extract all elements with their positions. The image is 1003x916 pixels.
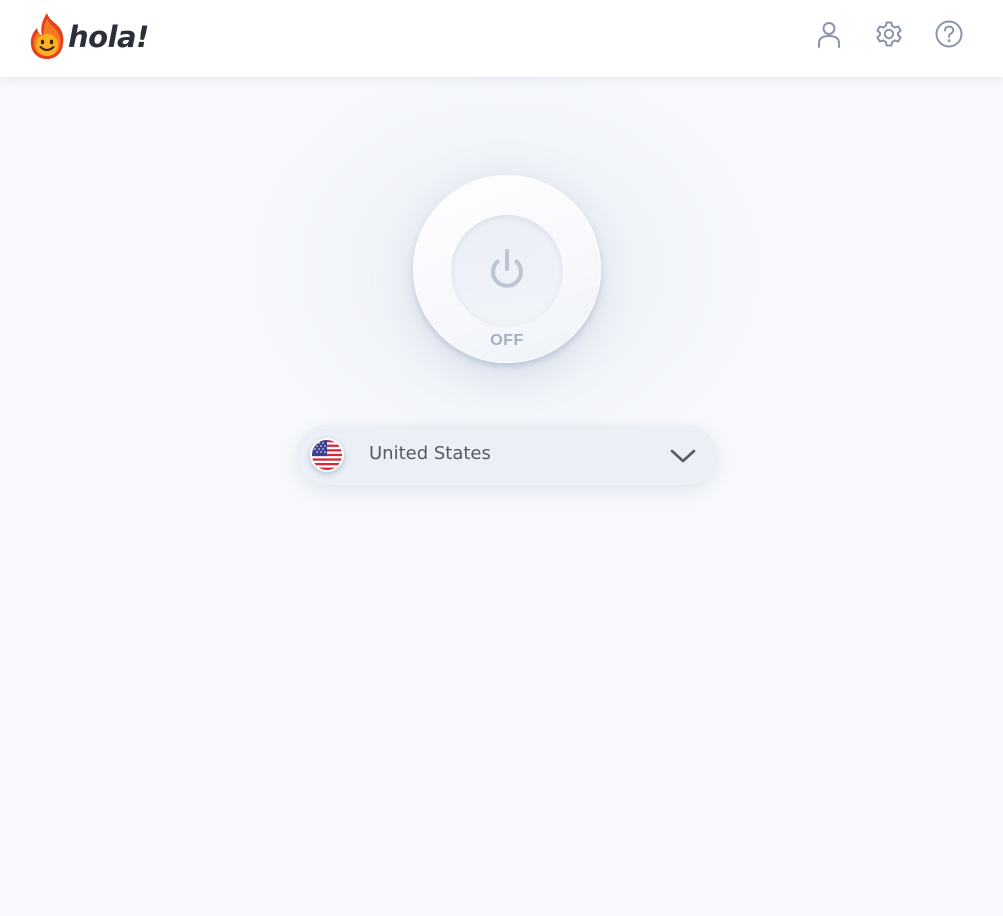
connection-status: OFF bbox=[490, 332, 524, 349]
selected-country: United States bbox=[369, 443, 491, 464]
flame-mascot-icon bbox=[30, 13, 64, 59]
top-bar: hola! bbox=[0, 0, 1003, 77]
main-panel: OFF United States bbox=[0, 77, 1003, 916]
gear-icon[interactable] bbox=[874, 19, 904, 49]
hola-logo[interactable]: hola! bbox=[28, 10, 149, 62]
power-button[interactable]: OFF bbox=[413, 175, 601, 363]
account-icon[interactable] bbox=[814, 19, 844, 49]
power-icon bbox=[483, 247, 531, 295]
country-selector[interactable]: United States bbox=[297, 425, 717, 485]
help-icon[interactable] bbox=[934, 19, 964, 49]
chevron-down-icon[interactable] bbox=[669, 444, 697, 468]
us-flag-icon bbox=[310, 438, 344, 472]
logo-text: hola! bbox=[68, 20, 149, 54]
power-button-inner[interactable] bbox=[451, 215, 563, 327]
